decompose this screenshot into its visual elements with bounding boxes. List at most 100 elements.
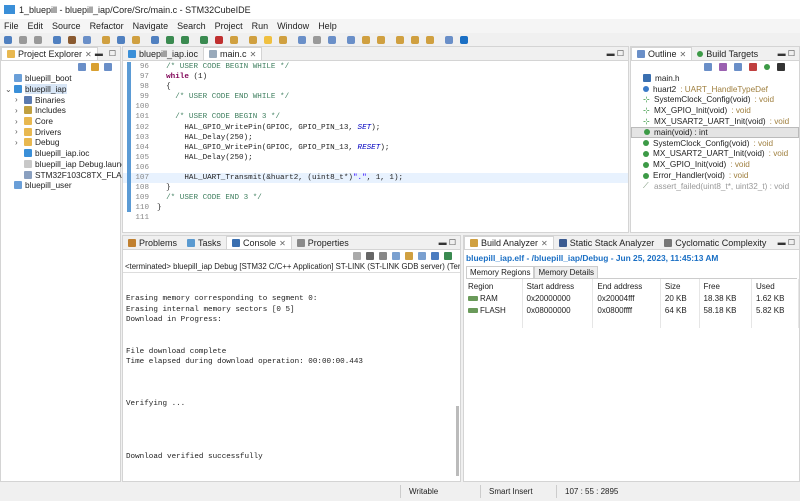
toolbar-button-icon[interactable] (411, 35, 419, 44)
outline-item[interactable]: ⊹ MX_GPIO_Init(void) : void (631, 105, 799, 116)
tab-problems[interactable]: Problems (123, 236, 182, 249)
tab-build-targets[interactable]: Build Targets (692, 47, 763, 60)
toolbar-button-icon[interactable] (151, 35, 159, 44)
toolbar-button-icon[interactable] (4, 35, 12, 44)
console-window-buttons[interactable]: ▬ ☐ (439, 238, 456, 247)
toolbar-button-icon[interactable] (396, 35, 404, 44)
collapse-all-icon[interactable] (78, 63, 86, 71)
toolbar-button-icon[interactable] (83, 35, 91, 44)
menu-help[interactable]: Help (318, 21, 337, 31)
code-area[interactable]: 96 /* USER CODE BEGIN WHILE */97 while (… (123, 61, 628, 224)
outline-item[interactable]: main(void) : int (631, 126, 799, 138)
tree-item[interactable]: › Includes (1, 105, 120, 116)
tree-item[interactable]: bluepill_boot (1, 73, 120, 84)
expand-toggle-icon[interactable]: › (15, 117, 21, 126)
toolbar-button-icon[interactable] (426, 35, 434, 44)
tab-static-stack-analyzer[interactable]: Static Stack Analyzer (554, 236, 660, 249)
collapse-all-icon[interactable] (704, 63, 712, 71)
sort-icon[interactable] (719, 63, 727, 71)
expand-toggle-icon[interactable]: ⌄ (5, 85, 12, 94)
toolbar-button-icon[interactable] (249, 35, 257, 44)
column-header[interactable]: Free (699, 279, 753, 293)
menu-navigate[interactable]: Navigate (133, 21, 169, 31)
toolbar-button-icon[interactable] (298, 35, 306, 44)
close-icon[interactable]: ✕ (541, 239, 548, 248)
tree-item[interactable]: › Binaries (1, 94, 120, 105)
terminate-icon[interactable] (353, 252, 361, 260)
column-header[interactable]: End address (592, 279, 661, 293)
toolbar-button-icon[interactable] (19, 35, 27, 44)
toolbar-button-icon[interactable] (279, 35, 287, 44)
tree-item[interactable]: bluepill_iap.ioc (1, 148, 120, 159)
expand-toggle-icon[interactable]: › (15, 127, 21, 136)
link-editor-icon[interactable] (91, 63, 99, 71)
toolbar-button-icon[interactable] (34, 35, 42, 44)
toolbar-button-icon[interactable] (53, 35, 61, 44)
menu-run[interactable]: Run (252, 21, 269, 31)
open-console-icon[interactable] (444, 252, 452, 260)
hide-nonpublic-icon[interactable] (764, 64, 770, 70)
toolbar-button-icon[interactable] (68, 35, 76, 44)
toolbar-button-icon[interactable] (200, 35, 208, 44)
outline-item[interactable]: Error_Handler(void) : void (631, 170, 799, 181)
scrollbar[interactable] (456, 406, 459, 476)
toolbar-button-icon[interactable] (264, 35, 272, 44)
filter-icon[interactable] (104, 63, 112, 71)
tree-item[interactable]: bluepill_iap Debug.launch (1, 159, 130, 170)
toolbar-button-icon[interactable] (362, 35, 370, 44)
clear-console-icon[interactable] (392, 252, 400, 260)
menu-window[interactable]: Window (277, 21, 309, 31)
outline-window-buttons[interactable]: ▬ ☐ (778, 49, 795, 58)
expand-toggle-icon[interactable]: › (15, 106, 21, 115)
tab-main-c[interactable]: main.c ✕ (203, 47, 263, 60)
tab-bluepill_iap-ioc[interactable]: bluepill_iap.ioc (123, 47, 203, 60)
editor-window-buttons[interactable]: ▬ ☐ (607, 49, 624, 58)
menu-refactor[interactable]: Refactor (90, 21, 124, 31)
column-header[interactable]: Region (464, 279, 523, 293)
hide-macros-icon[interactable] (777, 63, 785, 71)
tab-console[interactable]: Console ✕ (226, 236, 292, 249)
tree-item[interactable]: STM32F103C8TX_FLASH.ld (1, 169, 142, 180)
menu-edit[interactable]: Edit (28, 21, 44, 31)
expand-toggle-icon[interactable]: › (15, 95, 21, 104)
toolbar-button-icon[interactable] (328, 35, 336, 44)
outline-item[interactable]: ⊹ SystemClock_Config(void) : void (631, 95, 799, 106)
column-header[interactable]: Start address (522, 279, 594, 293)
remove-launch-icon[interactable] (366, 252, 374, 260)
outline-item[interactable]: main.h (631, 73, 799, 84)
menu-file[interactable]: File (4, 21, 19, 31)
toolbar-button-icon[interactable] (166, 35, 174, 44)
outline-item[interactable]: MX_USART2_UART_Init(void) : void (631, 149, 799, 160)
hide-fields-icon[interactable] (734, 63, 742, 71)
tab-properties[interactable]: Properties (292, 236, 354, 249)
toolbar-button-icon[interactable] (215, 35, 223, 44)
toolbar-button-icon[interactable] (377, 35, 385, 44)
toolbar-button-icon[interactable] (313, 35, 321, 44)
tree-item[interactable]: ⌄ bluepill_iap (1, 84, 120, 95)
subtab-memory-regions[interactable]: Memory Regions (466, 266, 535, 278)
outline-item[interactable]: huart2 : UART_HandleTypeDef (631, 84, 799, 95)
toolbar-button-icon[interactable] (347, 35, 355, 44)
subtab-memory-details[interactable]: Memory Details (534, 266, 599, 278)
table-row[interactable]: RAM 0x20000000 0x20004fff 20 KB 18.38 KB 1.62… (464, 293, 799, 305)
outline-item[interactable]: ⟋ assert_failed(uint8_t*, uint32_t) : voi… (631, 181, 799, 192)
toolbar-button-icon[interactable] (445, 35, 453, 44)
column-header[interactable]: Used (751, 279, 799, 293)
toolbar-button-icon[interactable] (132, 35, 140, 44)
expand-toggle-icon[interactable]: › (15, 138, 21, 147)
word-wrap-icon[interactable] (418, 252, 426, 260)
toolbar-button-icon[interactable] (102, 35, 110, 44)
minimize-icon[interactable]: ▬ (95, 49, 103, 58)
pin-console-icon[interactable] (431, 252, 439, 260)
toolbar-button-icon[interactable] (460, 35, 468, 44)
tree-item[interactable]: bluepill_user (1, 180, 120, 191)
toolbar-button-icon[interactable] (181, 35, 189, 44)
hide-static-icon[interactable] (749, 63, 757, 71)
console-output[interactable]: Erasing memory corresponding to segment … (123, 273, 460, 462)
tab-cyclomatic-complexity[interactable]: Cyclomatic Complexity (659, 236, 771, 249)
outline-item[interactable]: ⊹ MX_USART2_UART_Init(void) : void (631, 116, 799, 127)
column-header[interactable]: Size (660, 279, 700, 293)
menu-source[interactable]: Source (52, 21, 81, 31)
toolbar-button-icon[interactable] (230, 35, 238, 44)
close-icon[interactable]: ✕ (250, 50, 257, 59)
